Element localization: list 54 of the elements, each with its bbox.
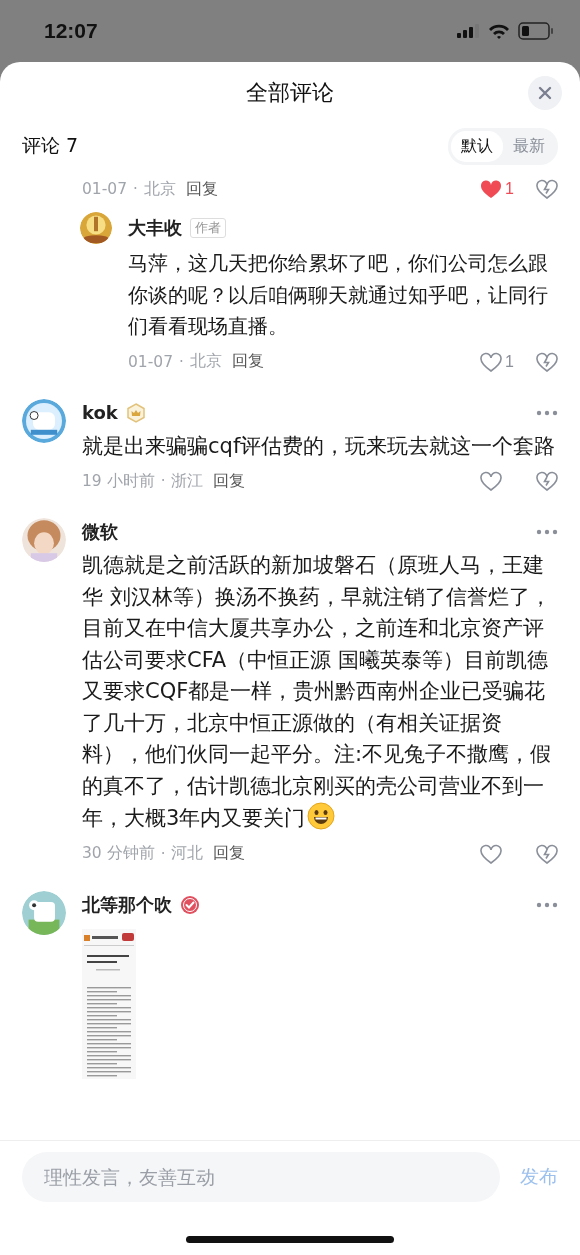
close-icon <box>538 86 552 100</box>
comment-location: 北京 <box>143 178 176 200</box>
avatar[interactable] <box>22 518 66 562</box>
broken-heart-icon[interactable] <box>536 351 558 372</box>
comment-location: 浙江 <box>171 470 204 492</box>
crown-badge-icon <box>125 402 146 423</box>
sheet-title: 全部评论 <box>246 79 334 107</box>
reply-button[interactable]: 回复 <box>209 843 246 864</box>
wifi-icon <box>488 23 510 39</box>
comment-input[interactable]: 理性发言，友善互动 <box>22 1151 500 1202</box>
close-button[interactable] <box>528 76 562 110</box>
separator-dot: · <box>133 180 138 198</box>
separator-dot: · <box>160 844 166 863</box>
comment-date: 30 分钟前 <box>82 843 155 864</box>
broken-heart-icon[interactable] <box>536 179 558 199</box>
sort-tab[interactable]: 默认 <box>451 130 503 162</box>
heart-filled-icon <box>480 179 502 199</box>
reply-text: 马萍，这几天把你给累坏了吧，你们公司怎么跟你谈的呢？以后咱俩聊天就通过知乎吧，让同行们看看现场直播。 <box>128 250 549 340</box>
reply-button[interactable]: 回复 <box>209 470 246 492</box>
heart-icon <box>480 471 502 491</box>
author-tag: 作者 <box>190 218 226 238</box>
comment-date: 01-07 <box>128 352 174 371</box>
comment-date: 01-07 <box>82 180 128 198</box>
comment-text: 凯德就是之前活跃的新加坡磐石（原班人马，王建华 刘汉林等）换汤不换药，早就注销了信誉烂了，目前又在中信大厦共享办公，之前连和北京资产评估公司要求CFA（中恒正源 国曦英泰等）目前凯德又要求CQF都是一样，贵州黔西南州企业已受骗花了几十万，北京中恒正源做的（有相关证据资料），他们伙同一起平分。注:不见兔子不撒鹰，假的真不了，估计凯德北京刚买的壳公司营业不到一年，大概3年内又要关门 <box>82 552 553 832</box>
username[interactable]: 北等那个吹 <box>82 892 172 917</box>
broken-heart-icon[interactable] <box>536 843 558 864</box>
smiley-icon <box>307 802 336 830</box>
separator-dot: · <box>160 472 166 490</box>
avatar[interactable] <box>22 890 66 935</box>
more-icon[interactable] <box>536 409 558 416</box>
status-time: 12:07 <box>44 19 98 43</box>
more-icon[interactable] <box>536 529 558 535</box>
separator-dot: · <box>179 352 184 371</box>
battery-icon <box>518 22 554 40</box>
username[interactable]: 微软 <box>82 520 118 544</box>
signal-icon <box>456 23 480 39</box>
reply-button[interactable]: 回复 <box>181 178 218 200</box>
broken-heart-icon[interactable] <box>536 471 558 491</box>
avatar[interactable] <box>80 212 112 244</box>
heart-icon <box>480 843 502 864</box>
reply-button[interactable]: 回复 <box>227 351 264 372</box>
heart-icon <box>480 351 502 372</box>
comment-location: 北京 <box>189 351 222 372</box>
comment-date: 19 小时前 <box>82 470 155 492</box>
comment-text: 就是出来骗骗cqf评估费的，玩来玩去就这一个套路 <box>82 432 557 460</box>
username[interactable]: kok <box>82 402 118 423</box>
comment-count: 评论 7 <box>22 133 79 158</box>
username[interactable]: 大丰收 <box>128 216 182 240</box>
more-icon[interactable] <box>536 901 558 908</box>
verified-badge-icon <box>180 894 200 915</box>
avatar[interactable] <box>22 398 66 443</box>
document-thumbnail[interactable] <box>82 928 136 1079</box>
like-button[interactable]: 1 <box>480 179 514 199</box>
comment-location: 河北 <box>171 843 204 864</box>
